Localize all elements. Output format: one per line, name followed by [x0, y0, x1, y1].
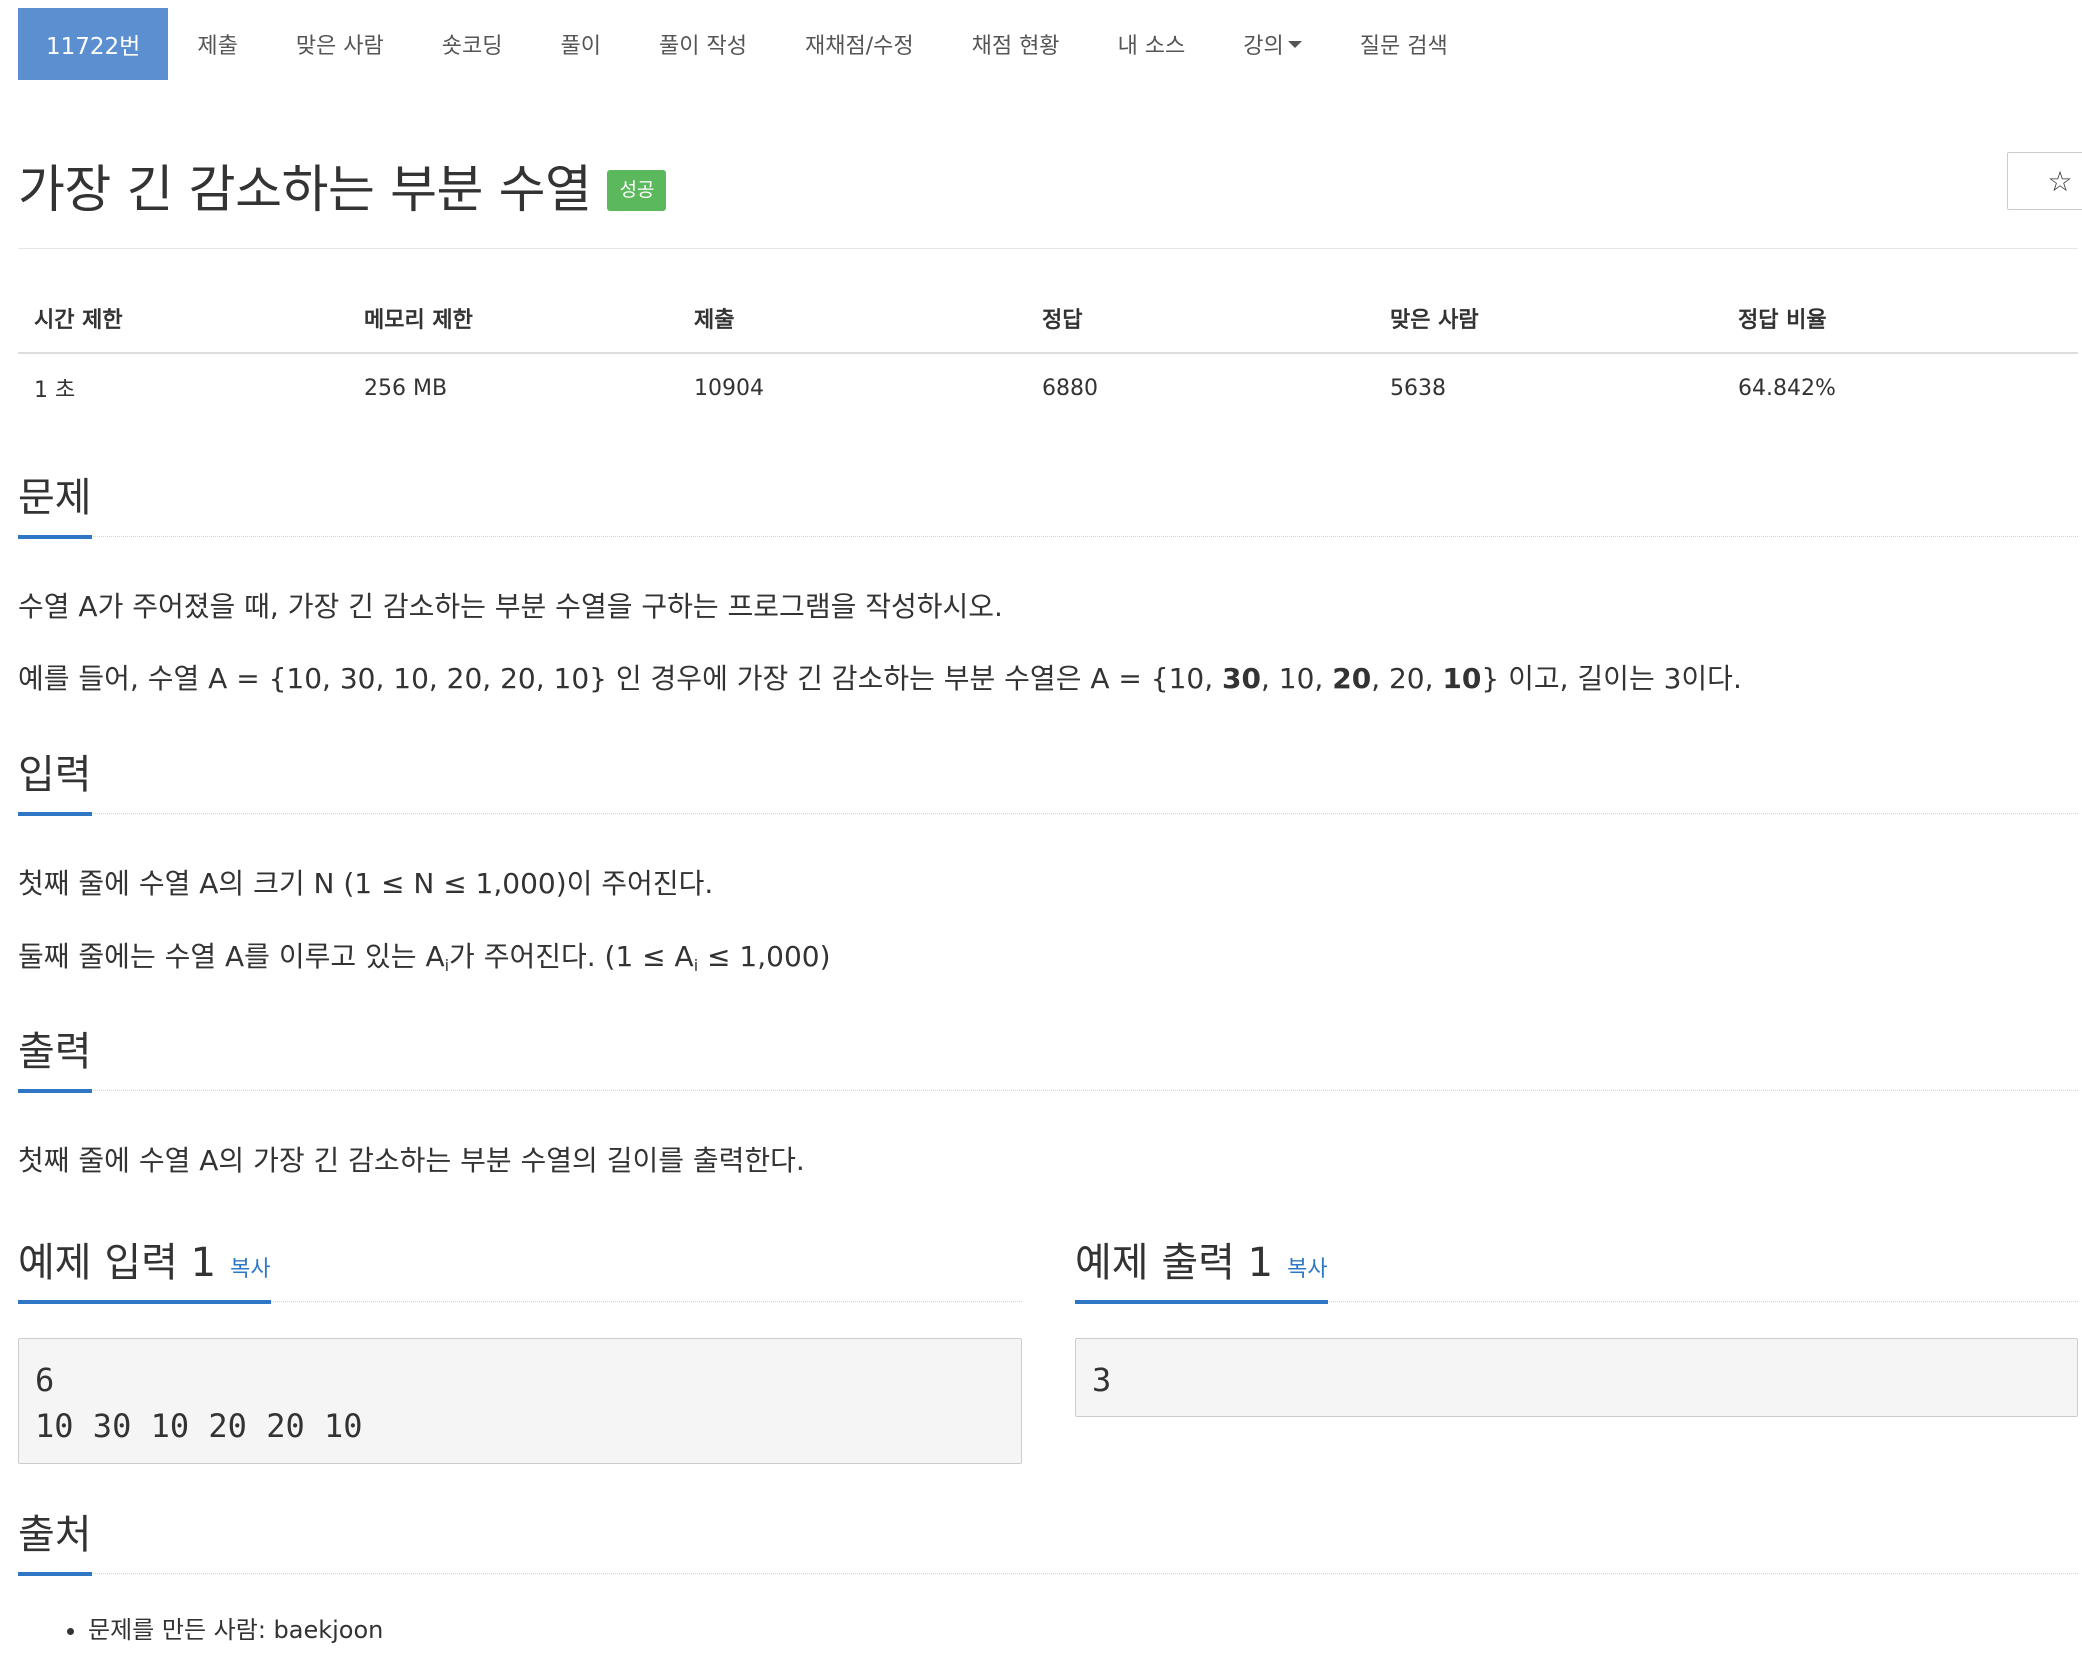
problem-text-2-post: } 이고, 길이는 3이다.	[1481, 662, 1742, 695]
copy-sample-output-button[interactable]: 복사	[1287, 1257, 1327, 1282]
value-accepted-users: 5638	[1390, 375, 1446, 401]
section-output-heading: 출력	[18, 1019, 2078, 1093]
section-title: 출처	[18, 1502, 92, 1576]
tab-submit[interactable]: 제출	[168, 8, 266, 80]
caret-down-icon	[1287, 40, 1302, 48]
title-divider	[18, 248, 2078, 249]
section-source-heading: 출처	[18, 1502, 2078, 1576]
text-span: ≤ 1,000)	[698, 940, 831, 973]
table-row: 1 초 256 MB 10904 6880 5638 64.842%	[18, 353, 2078, 422]
source-list: 문제를 만든 사람: baekjoon	[18, 1610, 383, 1645]
section-title: 문제	[18, 465, 92, 539]
text-span: , 10,	[1260, 662, 1333, 695]
tab-problem-number[interactable]: 11722번	[18, 8, 169, 80]
tab-lectures-label: 강의	[1243, 34, 1284, 59]
bold-value: 30	[1222, 662, 1261, 695]
list-item: 문제를 만든 사람: baekjoon	[88, 1610, 383, 1645]
problem-text-2: 예를 들어, 수열 A = {10, 30, 10, 20, 20, 10} 인…	[18, 657, 1742, 697]
tab-my-source[interactable]: 내 소스	[1089, 8, 1215, 80]
section-divider	[18, 813, 2078, 814]
tab-solutions[interactable]: 풀이	[532, 8, 630, 80]
problem-text-2-pre: 예를 들어, 수열 A = {10, 30, 10, 20, 20, 10} 인…	[18, 662, 1223, 695]
header-time-limit: 시간 제한	[18, 290, 348, 354]
bold-value: 10	[1442, 662, 1482, 695]
header-accept-ratio: 정답 비율	[1722, 290, 2078, 354]
value-submissions: 10904	[694, 375, 764, 401]
tab-short-coding[interactable]: 숏코딩	[413, 8, 532, 80]
text-span: 둘째 줄에는 수열 A를 이루고 있는 A	[18, 940, 445, 973]
problem-info-table: 시간 제한 메모리 제한 제출 정답 맞은 사람 정답 비율 1 초 256 M…	[18, 290, 2078, 422]
input-text-1: 첫째 줄에 수열 A의 크기 N (1 ≤ N ≤ 1,000)이 주어진다.	[18, 867, 714, 900]
section-divider	[18, 536, 2078, 537]
section-title: 입력	[18, 742, 92, 816]
section-divider	[18, 1090, 2078, 1091]
star-icon: ☆	[2047, 164, 2073, 198]
tab-judge-status[interactable]: 채점 현황	[943, 8, 1089, 80]
header-memory-limit: 메모리 제한	[348, 290, 678, 354]
sample-input-code: 6 10 30 10 20 20 10	[18, 1338, 1022, 1464]
tab-write-solution[interactable]: 풀이 작성	[630, 8, 776, 80]
text-span: 가 주어진다. (1 ≤ A	[449, 940, 694, 973]
problem-title-row: 가장 긴 감소하는 부분 수열 성공	[18, 148, 667, 222]
input-text-2: 둘째 줄에는 수열 A를 이루고 있는 Ai가 주어진다. (1 ≤ Ai ≤ …	[18, 935, 831, 975]
table-header-row: 시간 제한 메모리 제한 제출 정답 맞은 사람 정답 비율	[18, 290, 2078, 354]
tab-rejudge-edit[interactable]: 재채점/수정	[776, 8, 943, 80]
sample-output-code: 3	[1075, 1338, 2078, 1417]
section-title: 출력	[18, 1019, 92, 1093]
sample-output-heading: 예제 출력 1 복사	[1075, 1230, 2078, 1304]
header-accepted: 정답	[1026, 290, 1374, 354]
text-span: , 20,	[1371, 662, 1443, 695]
status-badge: 성공	[607, 169, 667, 211]
value-time-limit: 1 초	[34, 378, 76, 403]
bold-value: 20	[1332, 662, 1372, 695]
tab-question-search[interactable]: 질문 검색	[1331, 8, 1477, 80]
problem-nav-tabs: 11722번 제출 맞은 사람 숏코딩 풀이 풀이 작성 재채점/수정 채점 현…	[18, 8, 1477, 80]
problem-text-1: 수열 A가 주어졌을 때, 가장 긴 감소하는 부분 수열을 구하는 프로그램을…	[18, 590, 1003, 623]
page-title: 가장 긴 감소하는 부분 수열	[18, 161, 592, 220]
tab-accepted-users[interactable]: 맞은 사람	[267, 8, 413, 80]
value-accepted: 6880	[1042, 375, 1098, 401]
sample-output-title: 예제 출력 1	[1075, 1240, 1274, 1286]
copy-sample-input-button[interactable]: 복사	[230, 1257, 270, 1282]
section-input-heading: 입력	[18, 742, 2078, 816]
section-problem-heading: 문제	[18, 465, 2078, 539]
section-divider	[18, 1573, 2078, 1574]
sample-input-title: 예제 입력 1	[18, 1240, 217, 1286]
output-text-1: 첫째 줄에 수열 A의 가장 긴 감소하는 부분 수열의 길이를 출력한다.	[18, 1144, 805, 1177]
tab-lectures-dropdown[interactable]: 강의	[1214, 8, 1330, 80]
section-title: 예제 출력 1 복사	[1075, 1230, 1328, 1304]
star-button[interactable]: ☆	[2007, 152, 2082, 210]
header-submissions: 제출	[678, 290, 1026, 354]
section-title: 예제 입력 1 복사	[18, 1230, 271, 1304]
value-memory-limit: 256 MB	[364, 375, 448, 401]
header-accepted-users: 맞은 사람	[1374, 290, 1722, 354]
sample-input-heading: 예제 입력 1 복사	[18, 1230, 1022, 1304]
value-accept-ratio: 64.842%	[1738, 375, 1836, 401]
